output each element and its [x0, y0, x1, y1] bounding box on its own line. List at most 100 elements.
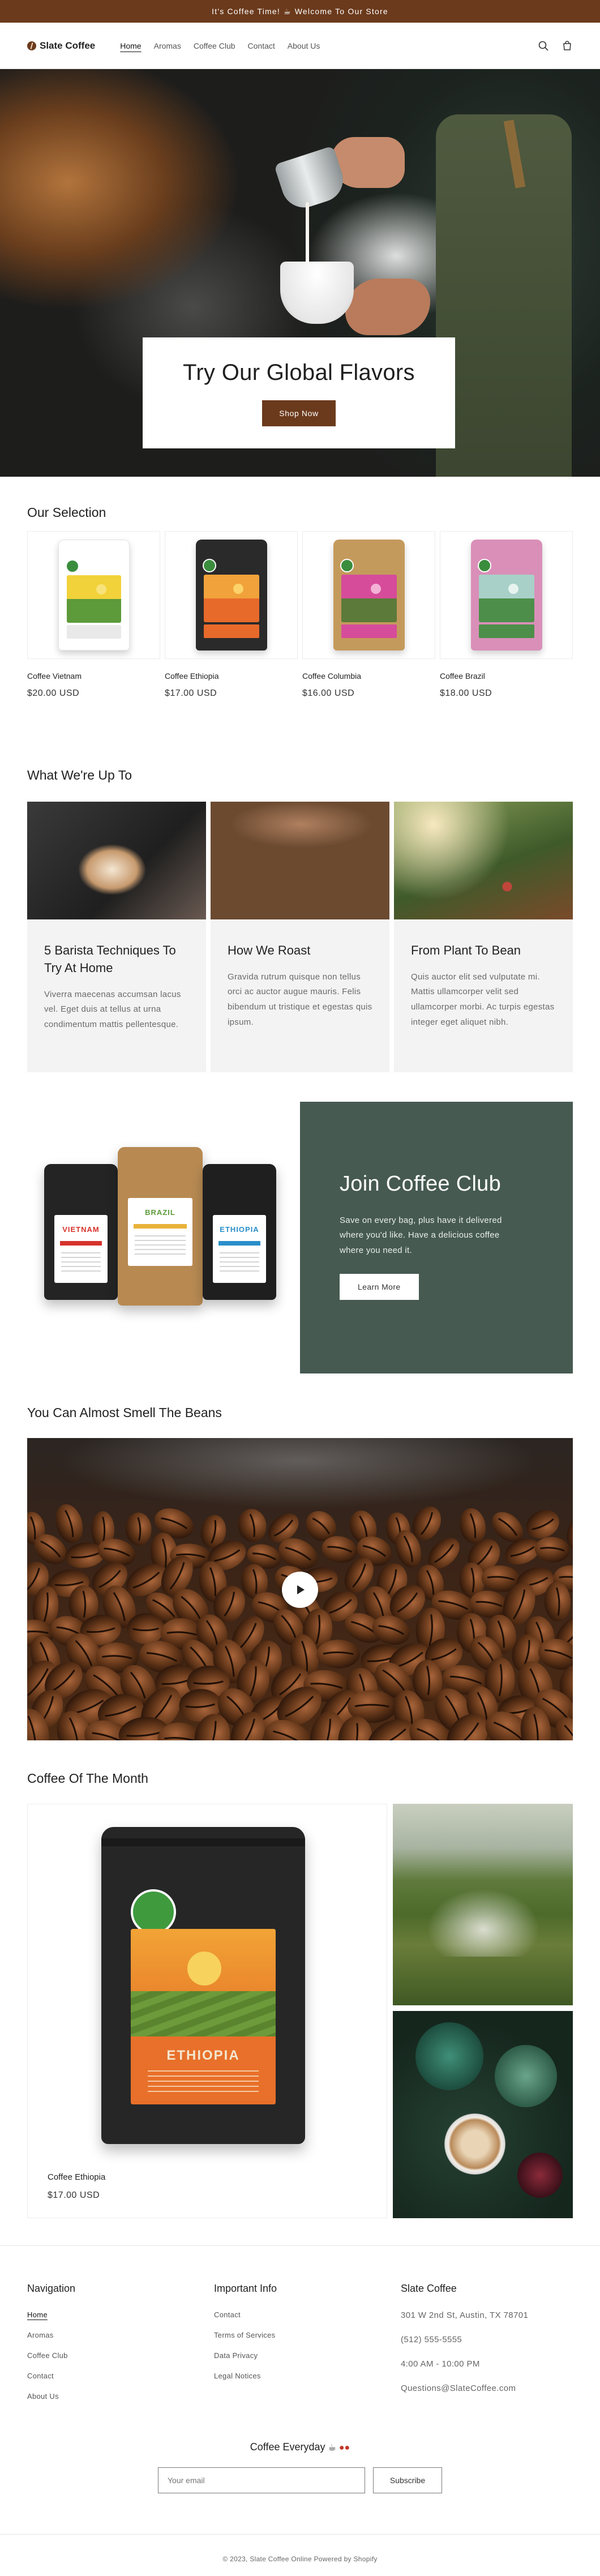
footer-link-terms[interactable]: Terms of Services: [214, 2331, 277, 2339]
cotm-title: Coffee Of The Month: [27, 1771, 148, 1786]
hero-image-cup: [280, 262, 354, 324]
hero-image-milk-stream: [306, 202, 309, 270]
blog-post-title[interactable]: From Plant To Bean: [411, 942, 556, 960]
club-text: Save on every bag, plus have it delivere…: [340, 1216, 502, 1255]
blog-post-excerpt: Viverra maecenas accumsan lacus vel. Ege…: [44, 989, 181, 1029]
nav-aromas[interactable]: Aromas: [154, 41, 181, 50]
latte-art-image[interactable]: [27, 802, 206, 919]
footer-navigation: Navigation Home Aromas Coffee Club Conta…: [27, 2283, 75, 2412]
email-input[interactable]: [158, 2467, 365, 2493]
coffee-plant-image[interactable]: [394, 802, 573, 919]
footer-link-legal[interactable]: Legal Notices: [214, 2372, 277, 2380]
footer-link-home[interactable]: Home: [27, 2310, 75, 2319]
bag-label: [478, 575, 534, 622]
blog-post-title[interactable]: How We Roast: [228, 942, 372, 960]
blog-grid: 5 Barista Techniques To Try At Home Vive…: [27, 802, 573, 1072]
blog-post-card[interactable]: 5 Barista Techniques To Try At Home Vive…: [27, 802, 206, 1072]
roaster-image[interactable]: [211, 802, 389, 919]
cotm-product-name[interactable]: Coffee Ethiopia: [48, 2172, 105, 2182]
coffee-club-panel: Join Coffee Club Save on every bag, plus…: [300, 1102, 573, 1373]
logo[interactable]: Slate Coffee: [27, 40, 95, 52]
blog-post-card[interactable]: How We Roast Gravida rutrum quisque non …: [211, 802, 389, 1072]
footer-email[interactable]: Questions@SlateCoffee.com: [401, 2384, 528, 2393]
product-card[interactable]: Coffee Ethiopia $17.00 USD: [165, 531, 298, 699]
footer-phone: (512) 555-5555: [401, 2335, 462, 2344]
header-icons: [538, 40, 573, 52]
cart-icon[interactable]: [562, 40, 573, 52]
nav-coffee-club[interactable]: Coffee Club: [194, 41, 235, 50]
hero-title: Try Our Global Flavors: [183, 360, 415, 385]
nav-home[interactable]: Home: [120, 41, 141, 50]
product-image[interactable]: [302, 531, 435, 659]
hero-content-box: Try Our Global Flavors Shop Now: [143, 337, 455, 448]
main-nav: Home Aromas Coffee Club Contact About Us: [120, 41, 320, 50]
blog-title: What We're Up To: [27, 768, 132, 782]
footer-link-coffee-club[interactable]: Coffee Club: [27, 2351, 75, 2360]
blog-post-card[interactable]: From Plant To Bean Quis auctor elit sed …: [394, 802, 573, 1072]
badge-icon: [202, 559, 216, 572]
newsletter-title: Coffee Everyday ☕ ●●: [0, 2441, 600, 2453]
coffee-bean: [316, 1640, 360, 1668]
video-title: You Can Almost Smell The Beans: [27, 1405, 222, 1420]
coffee-bag-image: [470, 540, 542, 651]
product-grid: Coffee Vietnam $20.00 USD Coffee Ethiopi…: [27, 531, 573, 699]
bag-word: ETHIOPIA: [166, 2048, 240, 2063]
announcement-bar: It's Coffee Time! ☕ Welcome To Our Store: [0, 0, 600, 23]
footer-link-about-us[interactable]: About Us: [27, 2392, 75, 2400]
badge-icon: [131, 1889, 176, 1935]
coffee-cup-icon: ☕: [328, 2443, 336, 2453]
product-price: $20.00 USD: [27, 688, 80, 698]
latte-plants-image[interactable]: [393, 2011, 573, 2218]
footer-address: 301 W 2nd St, Austin, TX 78701: [401, 2310, 529, 2320]
coffee-bag-image: [195, 540, 267, 651]
product-card[interactable]: Coffee Vietnam $20.00 USD: [27, 531, 160, 699]
bag-label: [203, 575, 259, 622]
club-title: Join Coffee Club: [340, 1172, 502, 1196]
footer-link-contact[interactable]: Contact: [27, 2372, 75, 2380]
product-card[interactable]: Coffee Columbia $16.00 USD: [302, 531, 435, 699]
play-icon[interactable]: [282, 1572, 318, 1608]
bag-vietnam: VIETNAM: [44, 1164, 118, 1300]
waterfall-landscape-image[interactable]: [393, 1804, 573, 2005]
cotm-product-card[interactable]: ETHIOPIA Coffee Ethiopia $17.00 USD: [27, 1804, 387, 2218]
footer-divider: [0, 2245, 600, 2246]
product-card[interactable]: Coffee Brazil $18.00 USD: [440, 531, 573, 699]
coffee-bag-image: [58, 540, 130, 651]
learn-more-button[interactable]: Learn More: [340, 1273, 419, 1300]
product-image[interactable]: [27, 531, 160, 659]
product-image[interactable]: [440, 531, 573, 659]
bag-brazil: BRAZIL: [118, 1147, 203, 1306]
badge-icon: [65, 559, 79, 573]
logo-text: Slate Coffee: [40, 40, 96, 51]
product-name[interactable]: Coffee Ethiopia: [165, 671, 298, 681]
subscribe-button[interactable]: Subscribe: [373, 2467, 442, 2493]
coffee-beans-icon: ●●: [338, 2443, 350, 2453]
search-icon[interactable]: [538, 40, 549, 52]
coffee-bean: [238, 1509, 267, 1542]
coffee-club-image: VIETNAM BRAZIL ETHIOPIA: [27, 1102, 294, 1373]
product-name[interactable]: Coffee Columbia: [302, 671, 435, 681]
footer-link-contact[interactable]: Contact: [214, 2310, 277, 2319]
footer-col-title: Slate Coffee: [401, 2283, 457, 2294]
nav-contact[interactable]: Contact: [248, 41, 275, 50]
footer-link-aromas[interactable]: Aromas: [27, 2331, 75, 2339]
coffee-bean-icon: [27, 41, 36, 50]
product-name[interactable]: Coffee Brazil: [440, 671, 573, 681]
product-price: $18.00 USD: [440, 688, 492, 698]
cotm-bag-image[interactable]: ETHIOPIA: [101, 1827, 305, 2144]
product-image[interactable]: [165, 531, 298, 659]
blog-post-excerpt: Quis auctor elit sed vulputate mi. Matti…: [411, 972, 555, 1027]
product-name[interactable]: Coffee Vietnam: [27, 671, 160, 681]
newsletter-title-text: Coffee Everyday: [250, 2441, 325, 2453]
coffee-bean: [535, 1537, 570, 1563]
bag-label: ETHIOPIA: [131, 1929, 276, 2104]
footer-contact-info: Slate Coffee 301 W 2nd St, Austin, TX 78…: [401, 2283, 528, 2408]
footer-col-title: Navigation: [27, 2283, 76, 2294]
nav-about-us[interactable]: About Us: [288, 41, 320, 50]
video-player[interactable]: [27, 1438, 573, 1740]
shop-now-button[interactable]: Shop Now: [262, 400, 336, 426]
cotm-product-price: $17.00 USD: [48, 2190, 100, 2200]
footer-link-privacy[interactable]: Data Privacy: [214, 2351, 277, 2360]
blog-post-title[interactable]: 5 Barista Techniques To Try At Home: [44, 942, 189, 977]
bag-ethiopia: ETHIOPIA: [203, 1164, 276, 1300]
